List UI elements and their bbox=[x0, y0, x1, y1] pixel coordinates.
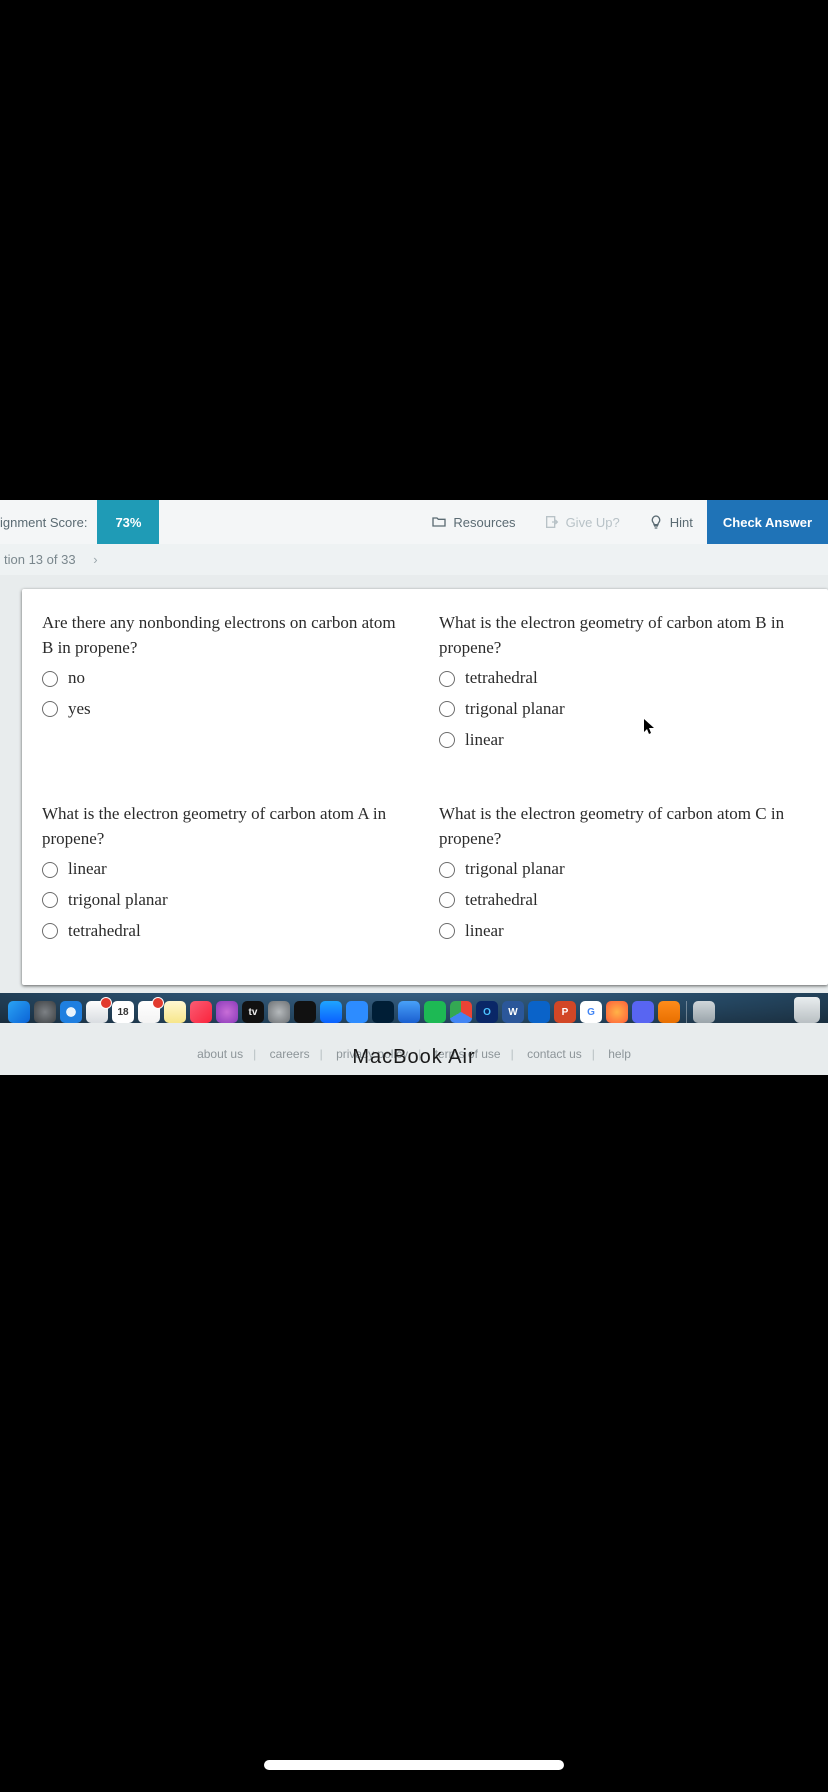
dock-stocks-icon[interactable] bbox=[294, 1001, 316, 1023]
question-1: Are there any nonbonding electrons on ca… bbox=[42, 611, 411, 752]
cursor-icon bbox=[644, 719, 656, 735]
dock-reminders-icon[interactable] bbox=[138, 1001, 160, 1023]
dock-xcode-icon[interactable] bbox=[398, 1001, 420, 1023]
dock-vlc-icon[interactable] bbox=[658, 1001, 680, 1023]
dock-appletv-icon[interactable]: tv bbox=[242, 1001, 264, 1023]
hint-button[interactable]: Hint bbox=[634, 500, 707, 544]
dock-mail-icon[interactable] bbox=[86, 1001, 108, 1023]
option[interactable]: linear bbox=[439, 919, 808, 944]
option[interactable]: linear bbox=[439, 728, 808, 753]
exit-icon bbox=[544, 514, 560, 530]
radio-icon bbox=[42, 923, 58, 939]
radio-icon bbox=[42, 671, 58, 687]
dock-notes-icon[interactable] bbox=[164, 1001, 186, 1023]
option-label: trigonal planar bbox=[465, 857, 565, 882]
radio-icon bbox=[439, 862, 455, 878]
radio-icon bbox=[42, 701, 58, 717]
dock-bluetooth-icon[interactable] bbox=[528, 1001, 550, 1023]
dock-zoom-icon[interactable] bbox=[346, 1001, 368, 1023]
folder-icon bbox=[431, 514, 447, 530]
resources-button[interactable]: Resources bbox=[417, 500, 529, 544]
question-counter: tion 13 of 33 bbox=[4, 552, 76, 567]
question-4: What is the electron geometry of carbon … bbox=[439, 802, 808, 943]
app-screen: ignment Score: 73% Resources Give Up? Hi… bbox=[0, 500, 828, 1075]
radio-icon bbox=[42, 862, 58, 878]
dock-appstore-icon[interactable] bbox=[320, 1001, 342, 1023]
option[interactable]: linear bbox=[42, 857, 411, 882]
question-prompt: Are there any nonbonding electrons on ca… bbox=[42, 611, 411, 660]
score-label: ignment Score: bbox=[0, 515, 97, 530]
give-up-label: Give Up? bbox=[566, 515, 620, 530]
option[interactable]: trigonal planar bbox=[439, 857, 808, 882]
option-label: trigonal planar bbox=[68, 888, 168, 913]
question-card: Are there any nonbonding electrons on ca… bbox=[22, 589, 828, 985]
option-label: tetrahedral bbox=[465, 888, 538, 913]
dock-photoshop-icon[interactable] bbox=[372, 1001, 394, 1023]
option[interactable]: tetrahedral bbox=[42, 919, 411, 944]
dock-word-icon[interactable]: W bbox=[502, 1001, 524, 1023]
radio-icon bbox=[439, 923, 455, 939]
dock-outlook-icon[interactable]: O bbox=[476, 1001, 498, 1023]
home-indicator[interactable] bbox=[264, 1760, 564, 1770]
dock-googledrive-icon[interactable]: G bbox=[580, 1001, 602, 1023]
dock-trash-icon[interactable] bbox=[794, 997, 820, 1023]
dock-settings-icon[interactable] bbox=[268, 1001, 290, 1023]
question-nav[interactable]: tion 13 of 33 › bbox=[0, 544, 828, 575]
dock-firefox-icon[interactable] bbox=[606, 1001, 628, 1023]
hint-label: Hint bbox=[670, 515, 693, 530]
option-label: linear bbox=[465, 728, 504, 753]
dock-calendar-icon[interactable]: 18 bbox=[112, 1001, 134, 1023]
give-up-button: Give Up? bbox=[530, 500, 634, 544]
radio-icon bbox=[42, 892, 58, 908]
question-prompt: What is the electron geometry of carbon … bbox=[439, 611, 808, 660]
dock-launchpad-icon[interactable] bbox=[34, 1001, 56, 1023]
toolbar: ignment Score: 73% Resources Give Up? Hi… bbox=[0, 500, 828, 544]
question-2: What is the electron geometry of carbon … bbox=[439, 611, 808, 752]
dock-discord-icon[interactable] bbox=[632, 1001, 654, 1023]
radio-icon bbox=[439, 671, 455, 687]
dock-powerpoint-icon[interactable]: P bbox=[554, 1001, 576, 1023]
option-label: tetrahedral bbox=[68, 919, 141, 944]
device-label: MacBook Air bbox=[0, 1046, 828, 1069]
question-3: What is the electron geometry of carbon … bbox=[42, 802, 411, 943]
radio-icon bbox=[439, 732, 455, 748]
option[interactable]: trigonal planar bbox=[439, 697, 808, 722]
resources-label: Resources bbox=[453, 515, 515, 530]
dock-finder-icon[interactable] bbox=[8, 1001, 30, 1023]
option[interactable]: trigonal planar bbox=[42, 888, 411, 913]
bulb-icon bbox=[648, 514, 664, 530]
option-label: linear bbox=[465, 919, 504, 944]
question-prompt: What is the electron geometry of carbon … bbox=[42, 802, 411, 851]
option-label: no bbox=[68, 666, 85, 691]
chevron-right-icon: › bbox=[93, 552, 97, 567]
option-label: yes bbox=[68, 697, 91, 722]
macos-dock[interactable]: 18 tv OW PG bbox=[0, 993, 828, 1023]
score-badge: 73% bbox=[97, 500, 159, 544]
radio-icon bbox=[439, 892, 455, 908]
option[interactable]: yes bbox=[42, 697, 411, 722]
dock-safari-icon[interactable] bbox=[60, 1001, 82, 1023]
option[interactable]: no bbox=[42, 666, 411, 691]
dock-downloads-icon[interactable] bbox=[693, 1001, 715, 1023]
option-label: linear bbox=[68, 857, 107, 882]
question-prompt: What is the electron geometry of carbon … bbox=[439, 802, 808, 851]
option-label: tetrahedral bbox=[465, 666, 538, 691]
dock-spotify-icon[interactable] bbox=[424, 1001, 446, 1023]
radio-icon bbox=[439, 701, 455, 717]
dock-podcasts-icon[interactable] bbox=[216, 1001, 238, 1023]
option[interactable]: tetrahedral bbox=[439, 888, 808, 913]
dock-chrome-icon[interactable] bbox=[450, 1001, 472, 1023]
dock-music-icon[interactable] bbox=[190, 1001, 212, 1023]
option[interactable]: tetrahedral bbox=[439, 666, 808, 691]
option-label: trigonal planar bbox=[465, 697, 565, 722]
check-answer-button[interactable]: Check Answer bbox=[707, 500, 828, 544]
